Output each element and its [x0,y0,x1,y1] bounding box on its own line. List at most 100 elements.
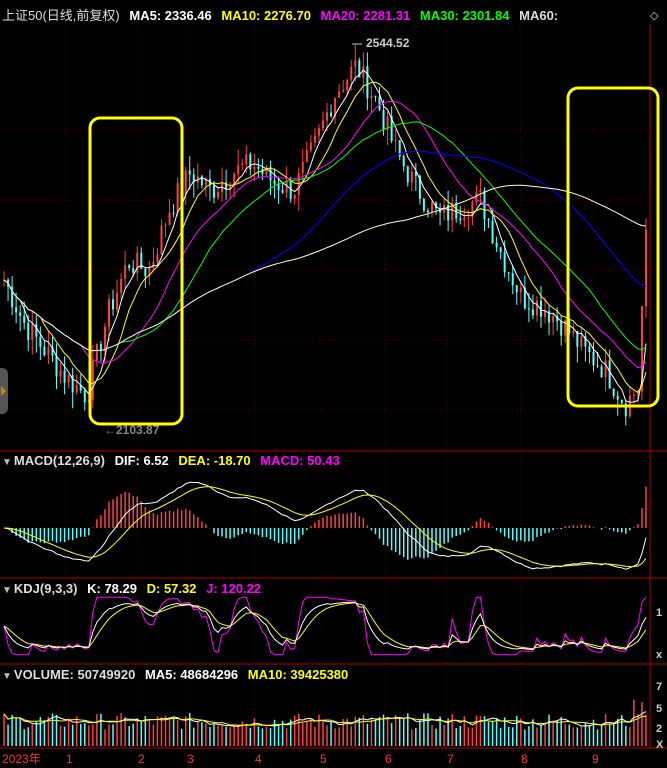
candle-body [95,344,98,361]
candle-body [483,190,486,220]
month-label: 9 [592,752,599,766]
candle-body [313,135,316,143]
candle-body [402,156,405,167]
candle-body [217,191,220,198]
candle-body [491,220,494,243]
candle-body [47,347,50,356]
month-label: 1 [66,752,73,766]
month-label: 3 [187,752,194,766]
price-chart [0,24,667,749]
candle-body [309,142,312,151]
macd-legend: ▼ MACD(12,26,9) DIF: 6.52 DEA: -18.70 MAC… [2,452,346,470]
candle-body [459,218,462,221]
candle-body [103,326,106,352]
candle-body [164,224,167,226]
candle-body [55,355,58,377]
candle-body [245,154,248,165]
candle-body [27,322,30,340]
candle-body [168,212,171,225]
candle-body [588,346,591,352]
candle-body [338,91,341,98]
panel-collapse-handle[interactable] [0,368,8,414]
volume-axis-tick: 5 [656,703,663,715]
main-legend: 上证50(日线,前复权) MA5: 2336.46 MA10: 2276.70 … [2,7,564,25]
candle-body [253,166,256,170]
ma20-line [3,100,647,369]
candle-body [366,66,369,99]
candle-body [305,150,308,162]
macd-value: MACD: 50.43 [260,453,340,468]
candle-body [511,273,514,286]
candle-body [382,109,385,130]
candle-body [281,190,284,193]
ma20-value: MA20: 2281.31 [320,8,411,23]
candle-body [144,268,147,277]
candle-body [241,164,244,166]
candle-body [503,252,506,273]
candle-body [350,66,353,80]
candle-body [362,66,365,78]
candle-body [83,390,86,403]
candle-body [160,225,163,255]
volume-menu-icon[interactable]: ▼ [2,671,12,682]
candle-body [580,336,583,347]
candle-body [394,140,397,142]
month-label: 7 [447,752,454,766]
ma5-value: MA5: 2336.46 [129,8,212,23]
candle-body [378,96,381,110]
legend-toggle-icon[interactable]: ◇ [650,7,658,25]
macd-menu-icon[interactable]: ▼ [2,457,12,468]
candle-body [604,360,607,378]
month-label: 8 [521,752,528,766]
volume-axis-tick: X [656,739,664,751]
candle-body [107,299,110,327]
candle-body [487,219,490,221]
candle-body [612,388,615,396]
candle-body [519,287,522,293]
month-label: 2 [138,752,145,766]
candle-body [225,182,228,189]
kdj-name: KDJ(9,3,3) [13,581,78,596]
candle-body [374,95,377,97]
candle-body [120,278,123,293]
volume-ma10: MA10: 39425380 [247,667,349,682]
high-price-label: 2544.52 [366,36,410,50]
candle-body [426,210,429,213]
candle-body [75,385,78,393]
kdj-axis-tick: 1 [656,607,663,619]
candle-body [128,265,131,268]
candle-body [531,309,534,316]
ma5-line [3,69,647,403]
kdj-menu-icon[interactable]: ▼ [2,585,12,596]
candle-body [346,79,349,90]
candle-body [616,395,619,400]
candle-body [620,399,623,404]
candle-body [370,95,373,99]
candle-body [124,265,127,279]
candle-body [23,315,26,323]
candle-body [406,166,409,183]
candle-body [15,307,18,313]
candle-body [632,394,635,396]
macd-name: MACD(12,26,9) [13,453,105,468]
kdj-legend: ▼ KDJ(9,3,3) K: 78.29 D: 57.32 J: 120.22 [2,580,267,598]
macd-dea: DEA: -18.70 [178,453,251,468]
candle-body [112,299,115,310]
candle-body [544,311,547,317]
low-price-label: ←2103.87 [104,423,160,437]
candle-body [479,190,482,193]
candle-body [301,161,304,173]
candle-body [644,229,647,307]
candle-body [596,365,599,367]
month-label: 2023年 [2,752,41,766]
candle-body [467,217,470,219]
candle-body [116,292,119,310]
candle-body [321,120,324,129]
ma-long-line [3,184,647,352]
candle-body [132,267,135,273]
ma30-value: MA30: 2301.84 [419,8,510,23]
candle-body [249,154,252,170]
index-name: 上证50(日线,前复权) [2,8,120,23]
candle-body [63,370,66,383]
candle-body [39,336,42,347]
